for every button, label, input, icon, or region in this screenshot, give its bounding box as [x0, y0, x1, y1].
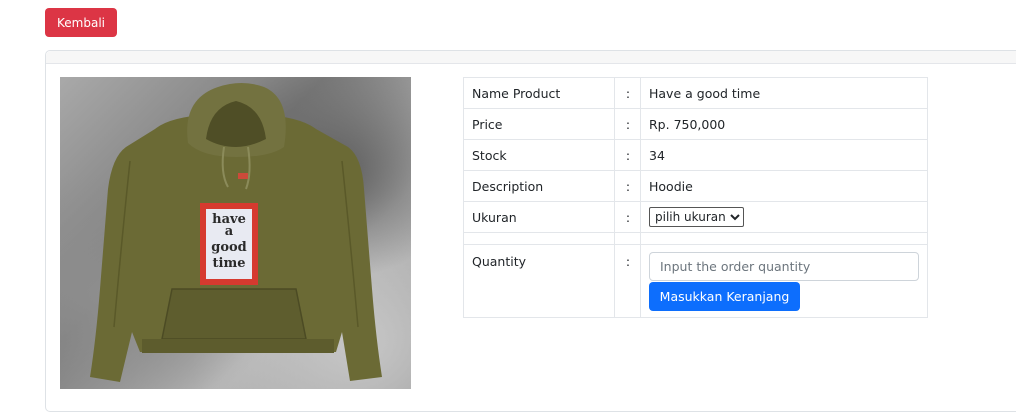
- quantity-label: Quantity: [462, 244, 616, 318]
- description-value: Hoodie: [640, 170, 928, 202]
- hoodie-illustration: have a good time: [90, 83, 382, 382]
- print-text-line-2: a: [225, 224, 234, 239]
- quantity-separator: :: [614, 244, 641, 318]
- name-label: Name Product: [462, 77, 616, 109]
- size-separator: :: [614, 201, 641, 233]
- back-button[interactable]: Kembali: [45, 8, 117, 37]
- add-to-cart-button[interactable]: Masukkan Keranjang: [649, 282, 800, 311]
- detail-row-quantity: Quantity : Masukkan Keranjang: [462, 244, 928, 318]
- detail-row-stock: Stock : 34: [462, 139, 928, 171]
- description-label: Description: [462, 170, 616, 202]
- card-header: [46, 51, 1016, 64]
- quantity-cell: Masukkan Keranjang: [640, 244, 928, 318]
- name-separator: :: [614, 77, 641, 109]
- price-label: Price: [462, 108, 616, 140]
- stock-value: 34: [640, 139, 928, 171]
- detail-row-name: Name Product : Have a good time: [462, 77, 928, 109]
- product-image: have a good time: [60, 77, 411, 389]
- print-text-line-3: good: [211, 240, 247, 255]
- size-select[interactable]: pilih ukuran: [649, 207, 744, 227]
- name-value: Have a good time: [640, 77, 928, 109]
- detail-row-price: Price : Rp. 750,000: [462, 108, 928, 140]
- detail-row-size: Ukuran : pilih ukuran: [462, 201, 928, 233]
- description-separator: :: [614, 170, 641, 202]
- detail-row-description: Description : Hoodie: [462, 170, 928, 202]
- size-label: Ukuran: [462, 201, 616, 233]
- quantity-input[interactable]: [649, 252, 919, 281]
- product-detail-table: Name Product : Have a good time Price : …: [462, 77, 928, 318]
- detail-row-spacer: [462, 232, 928, 245]
- stock-label: Stock: [462, 139, 616, 171]
- size-cell: pilih ukuran: [640, 201, 928, 233]
- print-text-line-4: time: [213, 256, 246, 271]
- price-value: Rp. 750,000: [640, 108, 928, 140]
- stock-separator: :: [614, 139, 641, 171]
- price-separator: :: [614, 108, 641, 140]
